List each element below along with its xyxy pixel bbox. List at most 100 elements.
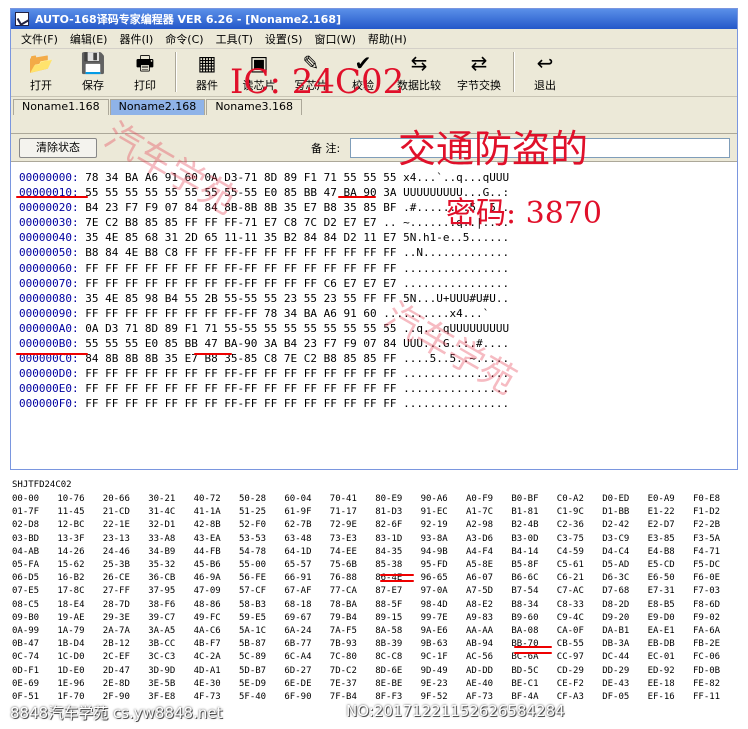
code-table-cell: 2A-7A	[102, 626, 130, 636]
hex-row[interactable]: 000000F0: FF FF FF FF FF FF FF FF-FF FF …	[19, 396, 509, 411]
hex-bytes[interactable]: FF FF FF FF FF FF FF FF-FF FF FF FF FF F…	[85, 382, 403, 395]
code-table-cell: E5-CD	[647, 560, 675, 570]
menu-file[interactable]: 文件(F)	[15, 31, 64, 47]
hex-bytes[interactable]: 55 55 55 E0 85 BB 47 BA-90 3A B4 23 F7 F…	[85, 337, 403, 350]
code-table: SHJTFD24C02 00-00 10-76 20-66 30-21 40-72 50-…	[10, 478, 738, 704]
code-table-cell: 4E-30	[193, 678, 221, 689]
hex-dump[interactable]: 00000000: 78 34 BA A6 91 60 0A D3-71 8D …	[19, 170, 509, 412]
exit-button[interactable]: ↩ 退出	[519, 49, 571, 95]
code-table-cell: 8B-39	[375, 639, 403, 650]
menu-settings[interactable]: 设置(S)	[259, 31, 309, 47]
code-table-cell: 5B-87	[239, 639, 267, 650]
byte-swap-button[interactable]: ⇄ 字节交换	[449, 49, 509, 95]
code-table-cell: 8E-BE	[375, 678, 403, 689]
clear-status-button[interactable]: 清除状态	[19, 137, 97, 158]
hex-bytes[interactable]: FF FF FF FF FF FF FF FF-FF FF FF FF FF F…	[85, 367, 403, 380]
code-table-cell: CA-0F	[556, 626, 584, 636]
hex-address: 00000030:	[19, 216, 86, 230]
code-table-cell: E3-85	[647, 533, 675, 544]
hex-bytes[interactable]: 35 4E 85 68 31 2D 65 11-11 35 B2 84 84 D…	[85, 231, 403, 244]
hex-bytes[interactable]: B4 23 F7 F9 07 84 84 8B-8B 8B 35 E7 B8 3…	[85, 201, 403, 214]
code-table-cell: 89-15	[375, 612, 403, 623]
save-button[interactable]: 💾 保存	[67, 49, 119, 95]
code-table-cell: 49-FC	[193, 612, 221, 623]
menu-device[interactable]: 器件(I)	[113, 31, 159, 47]
code-table-cell: 28-7D	[102, 599, 130, 610]
code-table-cell: 18-E4	[57, 599, 85, 610]
tab-noname1[interactable]: Noname1.168	[13, 99, 109, 115]
open-button[interactable]: 📂 打开	[15, 49, 67, 95]
code-table-cell: 7A-F5	[329, 626, 357, 636]
pin-annotation: 密码: 3870	[446, 196, 602, 231]
code-table-cell: 38-F6	[148, 599, 176, 610]
code-table-cell: AD-DD	[466, 665, 494, 676]
code-table-cell: 43-EA	[193, 533, 221, 544]
hex-address: 000000B0:	[19, 337, 86, 351]
code-table-cell: EC-01	[647, 652, 675, 663]
hex-bytes[interactable]: FF FF FF FF FF FF FF FF-FF FF FF FF C6 E…	[85, 277, 403, 290]
code-table-cell: 54-78	[239, 546, 267, 557]
code-table-cell: 88-5F	[375, 599, 403, 610]
footer-watermark: 8848汽车学苑 cs.yw8848.net NO:20171221152626…	[0, 700, 748, 729]
red-underline	[16, 353, 88, 355]
code-table-cell: 34-B9	[148, 546, 176, 557]
code-table-cell: E0-A9	[647, 494, 675, 504]
code-table-cell: F5-DC	[693, 560, 721, 570]
code-table-cell: 94-9B	[420, 546, 448, 557]
hex-row[interactable]: 00000050: B8 84 4E B8 C8 FF FF FF-FF FF …	[19, 245, 509, 260]
device-button[interactable]: ▦ 器件	[181, 49, 233, 95]
code-table-cell: 33-A8	[148, 533, 176, 544]
hex-bytes[interactable]: B8 84 4E B8 C8 FF FF FF-FF FF FF FF FF F…	[85, 246, 403, 259]
code-table-cell: 95-FD	[420, 560, 448, 570]
code-table-cell: 64-1D	[284, 546, 312, 557]
code-table-cell: 30-21	[148, 494, 176, 504]
print-button[interactable]: 🖶 打印	[119, 49, 171, 95]
hex-row[interactable]: 00000040: 35 4E 85 68 31 2D 65 11-11 35 …	[19, 230, 509, 245]
hex-row[interactable]: 00000010: 55 55 55 55 55 55 55 55-55 E0 …	[19, 185, 509, 200]
code-table-cell: E4-B8	[647, 546, 675, 557]
hex-address: 00000040:	[19, 231, 86, 245]
code-table-cell: EB-DB	[647, 639, 675, 650]
hex-row[interactable]: 000000D0: FF FF FF FF FF FF FF FF-FF FF …	[19, 366, 509, 381]
menu-command[interactable]: 命令(C)	[159, 31, 209, 47]
code-table-cell: C9-4C	[556, 612, 584, 623]
folder-open-icon: 📂	[28, 51, 54, 75]
code-table-cell: 77-CA	[329, 586, 357, 597]
code-table-cell: D5-AD	[602, 560, 630, 570]
code-table-cell: A8-E2	[466, 599, 494, 610]
code-table-cell: F7-03	[693, 586, 721, 597]
code-table-cell: CE-F2	[556, 678, 584, 689]
hex-panel: 清除状态 备 注: 00000000: 78 34 BA A6 91 60 0A…	[11, 133, 737, 469]
code-table-cell: 7D-C2	[329, 665, 357, 676]
code-table-cell: A6-07	[466, 573, 494, 584]
hex-row[interactable]: 00000030: 7E C2 B8 85 85 FF FF FF-71 E7 …	[19, 215, 509, 230]
code-table-cell: B5-8F	[511, 560, 539, 570]
code-table-cell: 69-67	[284, 612, 312, 623]
code-table-cell: 92-19	[420, 520, 448, 531]
hex-row[interactable]: 00000060: FF FF FF FF FF FF FF FF-FF FF …	[19, 261, 509, 276]
hex-bytes[interactable]: FF FF FF FF FF FF FF FF-FF 78 34 BA A6 9…	[85, 307, 383, 320]
hex-bytes[interactable]: FF FF FF FF FF FF FF FF-FF FF FF FF FF F…	[85, 397, 403, 410]
hex-row[interactable]: 00000070: FF FF FF FF FF FF FF FF-FF FF …	[19, 276, 509, 291]
hex-bytes[interactable]: 35 4E 85 98 B4 55 2B 55-55 55 23 55 23 5…	[85, 292, 403, 305]
code-table-cell: 05-FA	[12, 560, 40, 570]
hex-row[interactable]: 00000080: 35 4E 85 98 B4 55 2B 55-55 55 …	[19, 291, 509, 306]
code-table-cell: 8C-C8	[375, 652, 403, 663]
hex-bytes[interactable]: FF FF FF FF FF FF FF FF-FF FF FF FF FF F…	[85, 262, 403, 275]
menu-help[interactable]: 帮助(H)	[362, 31, 413, 47]
hex-bytes[interactable]: 7E C2 B8 85 85 FF FF FF-71 E7 C8 7C D2 E…	[85, 216, 403, 229]
code-table-cell: 12-BC	[57, 520, 85, 531]
menu-window[interactable]: 窗口(W)	[308, 31, 361, 47]
code-table-cell: 08-C5	[12, 599, 40, 610]
menu-tools[interactable]: 工具(T)	[210, 31, 259, 47]
hex-bytes[interactable]: 0A D3 71 8D 89 F1 71 55-55 55 55 55 55 5…	[85, 322, 403, 335]
hex-row[interactable]: 000000E0: FF FF FF FF FF FF FF FF-FF FF …	[19, 381, 509, 396]
code-table-cell: 19-AE	[57, 612, 85, 623]
hex-bytes[interactable]: 84 8B 8B 8B 35 E7 B8 35-85 C8 7E C2 B8 8…	[85, 352, 403, 365]
hex-row[interactable]: 00000020: B4 23 F7 F9 07 84 84 8B-8B 8B …	[19, 200, 509, 215]
code-table-cell: 46-9A	[193, 573, 221, 584]
code-table-cell: E7-31	[647, 586, 675, 597]
code-table-cell: 29-3E	[102, 612, 130, 623]
menu-edit[interactable]: 编辑(E)	[64, 31, 114, 47]
code-table-cell: 80-E9	[375, 494, 403, 504]
